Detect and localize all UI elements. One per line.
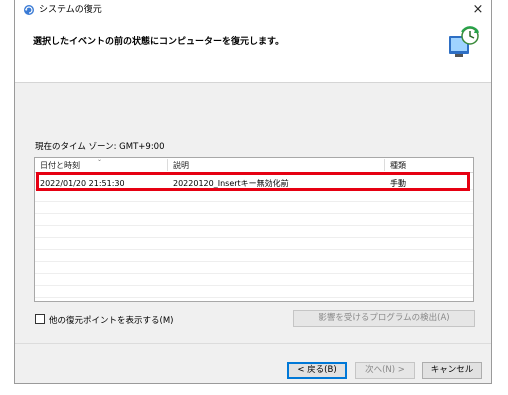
header-panel: 選択したイベントの前の状態にコンピューターを復元します。 — [15, 20, 491, 83]
empty-row — [35, 274, 473, 286]
empty-row — [35, 286, 473, 298]
column-header-date[interactable]: 日付と時刻 — [40, 160, 80, 171]
instruction-text: 選択したイベントの前の状態にコンピューターを復元します。 — [33, 37, 285, 47]
row-date: 2022/01/20 21:51:30 — [40, 179, 125, 188]
cancel-button[interactable]: キャンセル — [422, 362, 482, 379]
footer-divider — [15, 343, 491, 344]
table-row[interactable]: 2022/01/20 21:51:30 20220120_Insertキー無効化… — [35, 178, 473, 190]
system-restore-icon — [24, 5, 34, 15]
sort-indicator-icon: ⌄ — [97, 157, 103, 163]
empty-row — [35, 238, 473, 250]
system-restore-window: システムの復元 × 選択したイベントの前の状態にコンピューターを復元します。 現… — [14, 0, 492, 384]
back-button[interactable]: < 戻る(B) — [287, 362, 347, 379]
empty-row — [35, 226, 473, 238]
empty-row — [35, 214, 473, 226]
column-divider[interactable] — [384, 159, 385, 171]
detect-affected-programs-button[interactable]: 影響を受けるプログラムの検出(A) — [293, 310, 475, 327]
table-header: 日付と時刻 ⌄ 説明 種類 — [35, 158, 473, 173]
row-description: 20220120_Insertキー無効化前 — [173, 179, 289, 188]
next-button[interactable]: 次へ(N) > — [355, 362, 415, 379]
empty-row — [35, 262, 473, 274]
timezone-label: 現在のタイム ゾーン: GMT+9:00 — [35, 142, 165, 152]
close-button[interactable]: × — [465, 0, 491, 20]
column-header-description[interactable]: 説明 — [173, 160, 189, 171]
restore-computer-icon — [449, 26, 479, 57]
column-divider[interactable] — [167, 159, 168, 171]
title-bar: システムの復元 × — [15, 0, 491, 20]
row-type: 手動 — [390, 179, 406, 188]
window-title: システムの復元 — [39, 5, 102, 15]
empty-row — [35, 250, 473, 262]
empty-row — [35, 202, 473, 214]
column-header-type[interactable]: 種類 — [390, 160, 406, 171]
restore-points-table: 日付と時刻 ⌄ 説明 種類 2022/01/20 21:51:30 202201… — [34, 157, 474, 302]
empty-row — [35, 190, 473, 202]
show-more-points-checkbox[interactable] — [35, 314, 45, 324]
show-more-points-label[interactable]: 他の復元ポイントを表示する(M) — [49, 314, 173, 326]
